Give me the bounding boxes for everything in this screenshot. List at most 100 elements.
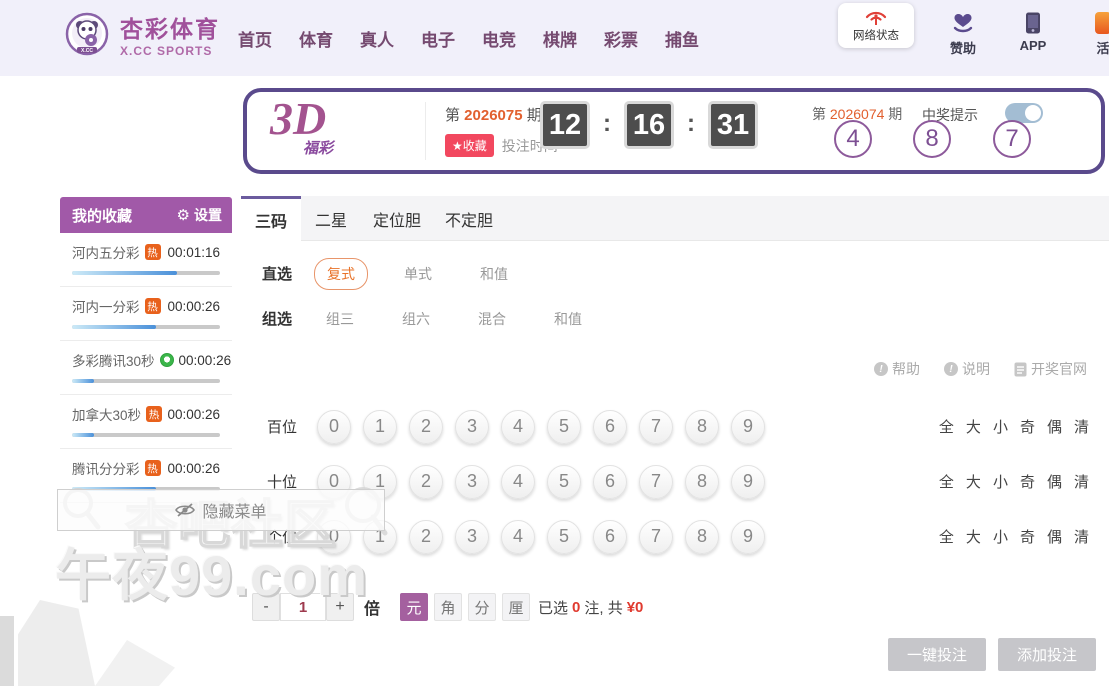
select-big[interactable]: 大 bbox=[966, 526, 981, 547]
tab-three-code[interactable]: 三码 bbox=[241, 196, 301, 241]
menu-item-esports[interactable]: 电竞 bbox=[482, 26, 516, 51]
app-label: APP bbox=[1019, 38, 1047, 53]
option-hunhe[interactable]: 混合 bbox=[466, 304, 518, 334]
number-ball[interactable]: 9 bbox=[731, 409, 765, 444]
favorite-button[interactable]: ★收藏 bbox=[445, 134, 494, 157]
select-odd[interactable]: 奇 bbox=[1020, 471, 1035, 492]
lottery-3d-logo: 3D 福彩 bbox=[270, 92, 333, 157]
menu-item-lottery[interactable]: 彩票 bbox=[604, 26, 638, 51]
number-ball[interactable]: 1 bbox=[363, 409, 397, 444]
select-even[interactable]: 偶 bbox=[1047, 416, 1062, 437]
favorites-header: 我的收藏 ⚙ 设置 bbox=[60, 197, 232, 233]
favorite-lottery-item[interactable]: 加拿大30秒 热 00:00:26 bbox=[60, 395, 232, 449]
number-ball[interactable]: 5 bbox=[547, 519, 581, 554]
number-ball[interactable]: 6 bbox=[593, 409, 627, 444]
option-zuliu[interactable]: 组六 bbox=[390, 304, 442, 334]
select-odd[interactable]: 奇 bbox=[1020, 416, 1035, 437]
number-ball[interactable]: 3 bbox=[455, 409, 489, 444]
select-small[interactable]: 小 bbox=[993, 471, 1008, 492]
number-ball[interactable]: 2 bbox=[409, 464, 443, 499]
app-button[interactable]: APP bbox=[1011, 12, 1055, 57]
select-even[interactable]: 偶 bbox=[1047, 471, 1062, 492]
hide-menu-button[interactable]: 隐藏菜单 bbox=[57, 489, 385, 531]
number-ball[interactable]: 5 bbox=[547, 464, 581, 499]
promo-button[interactable]: 活 bbox=[1081, 12, 1109, 57]
instructions-link[interactable]: ! 说明 bbox=[944, 359, 990, 379]
number-ball[interactable]: 9 bbox=[731, 519, 765, 554]
one-click-bet-button[interactable]: 一键投注 bbox=[888, 638, 986, 671]
number-ball[interactable]: 2 bbox=[409, 519, 443, 554]
number-ball[interactable]: 7 bbox=[639, 519, 673, 554]
multiplier-plus-button[interactable]: + bbox=[326, 593, 354, 621]
number-ball[interactable]: 6 bbox=[593, 464, 627, 499]
select-big[interactable]: 大 bbox=[966, 416, 981, 437]
number-ball[interactable]: 9 bbox=[731, 464, 765, 499]
tab-two-star[interactable]: 二星 bbox=[301, 196, 361, 241]
select-clear[interactable]: 清 bbox=[1074, 526, 1089, 547]
unit-fen[interactable]: 分 bbox=[468, 593, 497, 621]
favorite-lottery-item[interactable]: 多彩腾讯30秒 00:00:26 bbox=[60, 341, 232, 395]
tab-no-position[interactable]: 不定胆 bbox=[433, 196, 505, 241]
tab-position[interactable]: 定位胆 bbox=[361, 196, 433, 241]
multiplier-input[interactable] bbox=[280, 593, 326, 621]
current-issue: 第 2026075 期 bbox=[445, 104, 542, 125]
select-small[interactable]: 小 bbox=[993, 416, 1008, 437]
menu-item-sports[interactable]: 体育 bbox=[299, 26, 333, 51]
number-ball[interactable]: 8 bbox=[685, 519, 719, 554]
number-ball[interactable]: 8 bbox=[685, 409, 719, 444]
progress-fill bbox=[72, 379, 95, 383]
sponsor-label: 赞助 bbox=[949, 41, 976, 56]
number-ball[interactable]: 7 bbox=[639, 409, 673, 444]
menu-item-live[interactable]: 真人 bbox=[360, 26, 394, 51]
countdown-text: 00:00:26 bbox=[178, 352, 232, 368]
multiplier-minus-button[interactable]: - bbox=[252, 593, 280, 621]
select-big[interactable]: 大 bbox=[966, 471, 981, 492]
number-ball[interactable]: 0 bbox=[317, 409, 351, 444]
menu-item-home[interactable]: 首页 bbox=[238, 26, 272, 51]
select-all[interactable]: 全 bbox=[939, 416, 954, 437]
unit-yuan[interactable]: 元 bbox=[400, 593, 429, 621]
number-ball[interactable]: 6 bbox=[593, 519, 627, 554]
menu-item-fishing[interactable]: 捕鱼 bbox=[665, 26, 699, 51]
number-ball[interactable]: 2 bbox=[409, 409, 443, 444]
help-link[interactable]: ! 帮助 bbox=[874, 359, 920, 379]
select-all[interactable]: 全 bbox=[939, 526, 954, 547]
settings-button[interactable]: ⚙ 设置 bbox=[177, 205, 222, 225]
option-danshi[interactable]: 单式 bbox=[392, 259, 444, 289]
number-ball[interactable]: 4 bbox=[501, 464, 535, 499]
brand-logo[interactable]: X.CC 杏彩体育 X.CC SPORTS bbox=[64, 10, 220, 58]
number-ball[interactable]: 3 bbox=[455, 519, 489, 554]
hide-menu-label: 隐藏菜单 bbox=[202, 504, 267, 521]
settings-label: 设置 bbox=[194, 207, 222, 223]
favorite-lottery-item[interactable]: 河内一分彩 热 00:00:26 bbox=[60, 287, 232, 341]
number-ball[interactable]: 3 bbox=[455, 464, 489, 499]
select-clear[interactable]: 清 bbox=[1074, 416, 1089, 437]
select-small[interactable]: 小 bbox=[993, 526, 1008, 547]
menu-item-chess[interactable]: 棋牌 bbox=[543, 26, 577, 51]
number-ball[interactable]: 8 bbox=[685, 464, 719, 499]
menu-item-slots[interactable]: 电子 bbox=[421, 26, 455, 51]
progress-track bbox=[72, 433, 220, 437]
current-issue-prefix: 第 bbox=[445, 107, 465, 124]
official-site-link[interactable]: 开奖官网 bbox=[1014, 359, 1087, 379]
option-fushi[interactable]: 复式 bbox=[314, 257, 368, 290]
select-odd[interactable]: 奇 bbox=[1020, 526, 1035, 547]
select-even[interactable]: 偶 bbox=[1047, 526, 1062, 547]
bet-tabs: 三码 二星 定位胆 不定胆 bbox=[241, 196, 1109, 241]
select-all[interactable]: 全 bbox=[939, 471, 954, 492]
select-clear[interactable]: 清 bbox=[1074, 471, 1089, 492]
number-ball[interactable]: 4 bbox=[501, 519, 535, 554]
number-ball[interactable]: 4 bbox=[501, 409, 535, 444]
option-zusan[interactable]: 组三 bbox=[314, 304, 366, 334]
favorite-lottery-item[interactable]: 河内五分彩 热 00:01:16 bbox=[60, 233, 232, 287]
add-bet-button[interactable]: 添加投注 bbox=[998, 638, 1096, 671]
unit-jiao[interactable]: 角 bbox=[434, 593, 463, 621]
unit-li[interactable]: 厘 bbox=[502, 593, 531, 621]
option-hezhi2[interactable]: 和值 bbox=[542, 304, 594, 334]
selected-count: 0 bbox=[572, 598, 581, 616]
number-ball[interactable]: 5 bbox=[547, 409, 581, 444]
number-ball[interactable]: 7 bbox=[639, 464, 673, 499]
network-status[interactable]: 网络状态 bbox=[838, 3, 914, 48]
sponsor-button[interactable]: 赞助 bbox=[941, 12, 985, 57]
option-hezhi[interactable]: 和值 bbox=[468, 259, 520, 289]
